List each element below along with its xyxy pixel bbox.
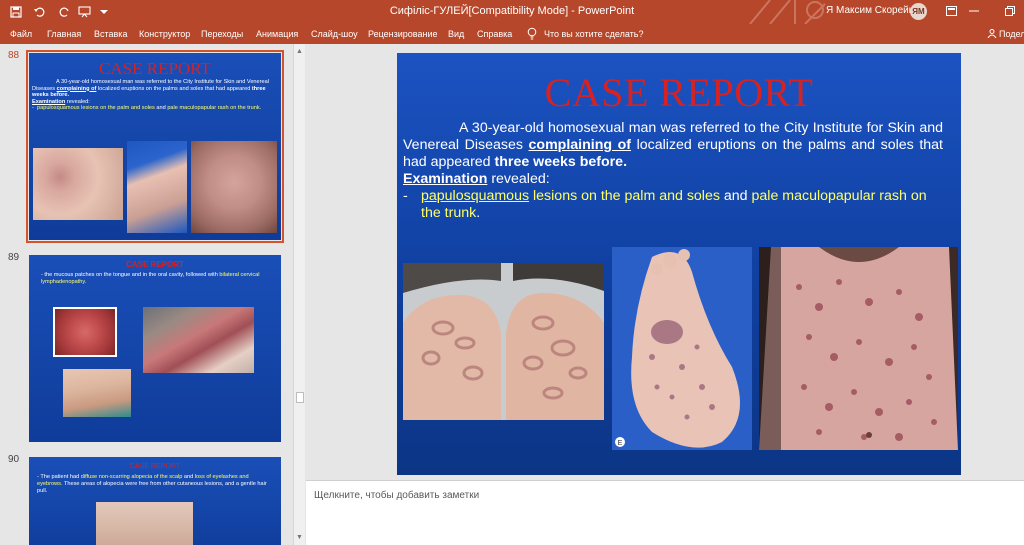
face-photo — [96, 502, 193, 545]
neck-photo — [63, 369, 131, 417]
scroll-up-icon[interactable]: ▲ — [296, 48, 303, 55]
thumbnail-slide-89[interactable]: CASE REPORT - the mucous patches on the … — [29, 255, 281, 442]
ribbon-display-options-icon[interactable] — [944, 4, 958, 18]
thumbnail-text: A 30-year-old homosexual man was referre… — [32, 79, 269, 112]
avatar[interactable]: ЯМ — [910, 3, 927, 20]
tab-file[interactable]: Файл — [10, 29, 32, 39]
complaint-text: complaining of — [528, 137, 632, 153]
tab-review[interactable]: Рецензирование — [368, 29, 438, 39]
tab-help[interactable]: Справка — [477, 29, 512, 39]
thumbnail-number: 88 — [8, 50, 20, 61]
slide-thumbnail-pane[interactable]: 88 CASE REPORT A 30-year-old homosexual … — [0, 44, 293, 545]
tab-insert[interactable]: Вставка — [94, 29, 127, 39]
tell-me-search[interactable]: Что вы хотите сделать? — [544, 29, 644, 39]
thumbnail-scrollbar[interactable]: ▲ ▼ — [293, 44, 305, 545]
notes-placeholder[interactable]: Щелкните, чтобы добавить заметки — [314, 490, 479, 501]
tab-view[interactable]: Вид — [448, 29, 464, 39]
scrollbar-thumb[interactable] — [296, 392, 304, 403]
current-slide[interactable]: CASE REPORT A 30-year-old homosexual man… — [397, 53, 961, 475]
user-name[interactable]: Я Максим Скорейко — [826, 5, 919, 16]
thumbnail-slide-90[interactable]: CASE REPORT - The patient had diffuse no… — [29, 457, 281, 545]
tab-home[interactable]: Главная — [47, 29, 81, 39]
trunk-photo — [191, 141, 277, 233]
tab-design[interactable]: Конструктор — [139, 29, 190, 39]
trunk-photo — [759, 247, 958, 450]
thumbnail-title: CASE REPORT — [99, 59, 211, 78]
thumbnail-title: CASE REPORT — [129, 463, 181, 470]
thumbnail-number: 89 — [8, 252, 20, 263]
foot-photo — [127, 141, 187, 233]
minimize-icon[interactable] — [967, 4, 981, 18]
photo-logo: E — [618, 440, 623, 447]
tab-animations[interactable]: Анимация — [256, 29, 298, 39]
tab-transitions[interactable]: Переходы — [201, 29, 243, 39]
lightbulb-icon — [527, 27, 537, 40]
slide-title[interactable]: CASE REPORT — [397, 69, 961, 116]
slide-body-text[interactable]: A 30-year-old homosexual man was referre… — [403, 120, 943, 222]
tab-slideshow[interactable]: Слайд-шоу — [311, 29, 358, 39]
restore-icon[interactable] — [1003, 4, 1017, 18]
thumbnail-title: CASE REPORT — [126, 260, 184, 269]
thumbnail-text: - The patient had diffuse non-scarring a… — [37, 474, 267, 494]
examination-label: Examination — [403, 171, 488, 187]
person-icon — [987, 29, 997, 39]
thumbnail-slide-88[interactable]: CASE REPORT A 30-year-old homosexual man… — [26, 50, 284, 243]
tongue-photo — [53, 307, 117, 357]
share-label: Подел — [999, 29, 1024, 39]
thumbnail-text: - the mucous patches on the tongue and i… — [41, 272, 260, 285]
palms-photo — [33, 148, 123, 220]
share-button[interactable]: Подел — [987, 29, 1024, 39]
palms-photo — [403, 263, 604, 420]
mouth-photo — [143, 307, 254, 373]
title-bar: Сифіліс-ГУЛЕЙ[Compatibility Mode] - Powe… — [0, 0, 1024, 24]
scroll-down-icon[interactable]: ▼ — [296, 534, 303, 541]
notes-pane[interactable]: Щелкните, чтобы добавить заметки — [306, 480, 1024, 545]
thumbnail-number: 90 — [8, 454, 20, 465]
finding-bullet: - papulosquamous lesions on the palm and… — [403, 188, 927, 221]
ribbon-tabs: Файл Главная Вставка Конструктор Переход… — [0, 24, 1024, 44]
foot-photo: E — [612, 247, 752, 450]
